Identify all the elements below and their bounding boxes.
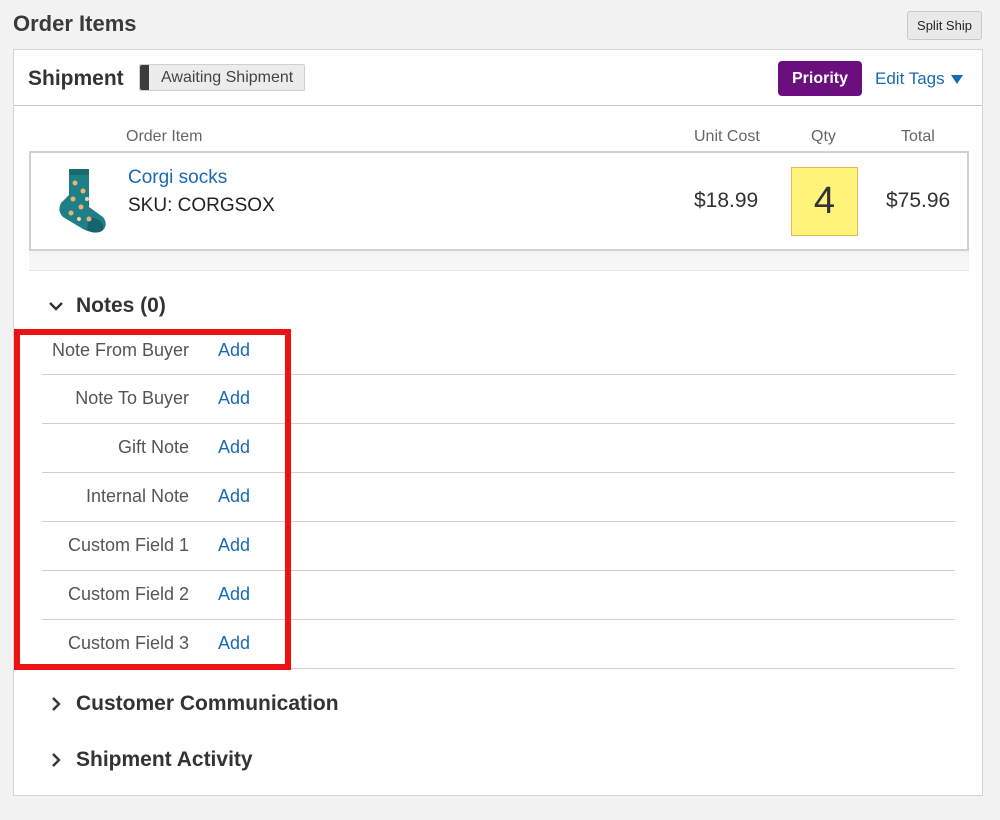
add-custom-field-1-link[interactable]: Add — [218, 535, 250, 556]
list-item: Gift Note Add — [42, 424, 955, 473]
status-badge: Awaiting Shipment — [139, 64, 306, 91]
note-label: Custom Field 3 — [67, 633, 189, 653]
item-total: $75.96 — [886, 189, 951, 212]
row-divider — [29, 251, 969, 271]
caret-down-icon — [950, 74, 963, 84]
priority-tag: Priority — [778, 61, 862, 96]
notes-list: Note From Buyer Add Note To Buyer Add Gi… — [42, 327, 955, 669]
list-item: Note To Buyer Add — [42, 375, 955, 424]
quantity-box: 4 — [791, 167, 858, 236]
chevron-right-icon — [52, 697, 61, 711]
sock-icon — [59, 169, 106, 233]
column-header-total: Total — [901, 128, 935, 145]
item-sku: SKU: CORGSOX — [128, 195, 275, 216]
split-ship-button[interactable]: Split Ship — [907, 11, 982, 40]
status-text: Awaiting Shipment — [161, 68, 294, 86]
shipment-activity-title: Shipment Activity — [76, 748, 253, 771]
column-header-order-item: Order Item — [126, 128, 203, 145]
shipment-panel: Shipment Awaiting Shipment Priority Edit… — [13, 49, 983, 796]
list-item: Note From Buyer Add — [42, 327, 955, 375]
note-label: Custom Field 2 — [67, 584, 189, 604]
status-bar — [140, 65, 149, 90]
note-label: Gift Note — [117, 437, 189, 457]
chevron-down-icon — [49, 302, 63, 311]
column-header-qty: Qty — [811, 128, 836, 145]
chevron-right-icon — [52, 753, 61, 767]
page-title: Order Items — [13, 11, 137, 36]
list-item: Custom Field 2 Add — [42, 571, 955, 620]
shipment-title: Shipment — [28, 67, 124, 90]
add-internal-note-link[interactable]: Add — [218, 486, 250, 507]
item-name-link[interactable]: Corgi socks — [128, 167, 227, 189]
add-custom-field-3-link[interactable]: Add — [218, 633, 250, 654]
note-label: Internal Note — [85, 486, 189, 506]
note-label: Custom Field 1 — [67, 535, 189, 555]
table-row: Corgi socks SKU: CORGSOX $18.99 4 $75.96 — [29, 151, 969, 251]
edit-tags-label: Edit Tags — [875, 69, 945, 88]
shipment-header: Shipment Awaiting Shipment Priority Edit… — [14, 50, 982, 106]
edit-tags-link[interactable]: Edit Tags — [875, 69, 963, 89]
notes-title: Notes (0) — [76, 294, 166, 317]
notes-section-toggle[interactable]: Notes (0) — [47, 294, 166, 318]
column-header-unit-cost: Unit Cost — [694, 128, 760, 145]
customer-communication-title: Customer Communication — [76, 692, 339, 715]
shipment-activity-toggle[interactable]: Shipment Activity — [47, 748, 253, 772]
list-item: Custom Field 1 Add — [42, 522, 955, 571]
note-label: Note To Buyer — [75, 388, 189, 408]
add-note-from-buyer-link[interactable]: Add — [218, 340, 250, 361]
unit-cost: $18.99 — [694, 189, 759, 212]
note-label: Note From Buyer — [51, 340, 189, 360]
customer-communication-toggle[interactable]: Customer Communication — [47, 692, 339, 716]
add-note-to-buyer-link[interactable]: Add — [218, 388, 250, 409]
list-item: Internal Note Add — [42, 473, 955, 522]
list-item: Custom Field 3 Add — [42, 620, 955, 669]
add-custom-field-2-link[interactable]: Add — [218, 584, 250, 605]
add-gift-note-link[interactable]: Add — [218, 437, 250, 458]
